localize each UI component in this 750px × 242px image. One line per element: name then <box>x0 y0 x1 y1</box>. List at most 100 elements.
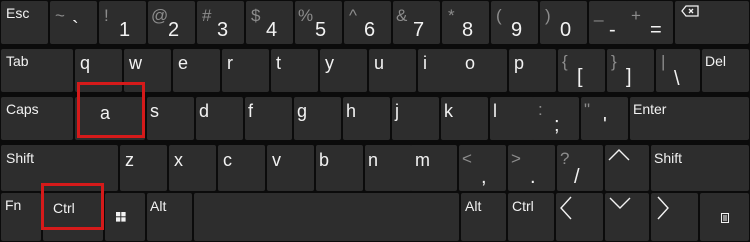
key-label: Fn <box>5 197 22 213</box>
key-e[interactable]: e <box>173 49 220 92</box>
key-a[interactable]: a <box>75 97 145 140</box>
key-close-bracket[interactable]: } ] <box>607 49 654 92</box>
key-q[interactable]: q <box>75 49 122 92</box>
key-enter[interactable]: Enter <box>630 97 749 140</box>
key-7[interactable]: & 7 <box>393 1 440 44</box>
key-2[interactable]: @ 2 <box>148 1 195 44</box>
key-char: \ <box>674 68 680 90</box>
key-label: Enter <box>633 101 667 117</box>
key-9[interactable]: ( 9 <box>491 1 538 44</box>
key-fn[interactable]: Fn <box>1 193 41 241</box>
key-char: - <box>609 19 616 41</box>
key-slash[interactable]: ? / <box>557 145 603 191</box>
arrow-right-icon <box>657 196 669 220</box>
key-char: . <box>530 166 536 188</box>
key-right-ctrl[interactable]: Ctrl <box>508 193 554 241</box>
key-u[interactable]: u <box>369 49 416 92</box>
key-k[interactable]: k <box>441 97 488 140</box>
key-label: Del <box>705 53 727 69</box>
key-char: n <box>368 150 379 170</box>
key-0[interactable]: ) 0 <box>540 1 587 44</box>
key-char: k <box>444 101 453 121</box>
key-comma[interactable]: < , <box>459 145 506 191</box>
key-quote[interactable]: " ' <box>581 97 628 140</box>
key-b[interactable]: b <box>316 145 363 191</box>
key-open-bracket[interactable]: { [ <box>558 49 605 92</box>
key-menu[interactable] <box>700 193 749 241</box>
key-left-ctrl[interactable]: Ctrl <box>43 193 103 241</box>
key-char: w <box>129 53 142 73</box>
key-shift-char: ? <box>560 149 570 168</box>
key-arrow-left[interactable] <box>556 193 603 241</box>
key-label: Ctrl <box>53 200 75 216</box>
key-d[interactable]: d <box>196 97 243 140</box>
key-w[interactable]: w <box>124 49 171 92</box>
key-char: e <box>178 53 189 73</box>
key-char: d <box>199 101 210 121</box>
key-1[interactable]: ! 1 <box>99 1 146 44</box>
key-backtick[interactable]: ~ ` <box>50 1 97 44</box>
key-l[interactable]: l <box>490 97 537 140</box>
key-char: b <box>319 150 330 170</box>
key-period[interactable]: > . <box>508 145 555 191</box>
key-shift-char: ~ <box>55 6 65 25</box>
key-arrow-right[interactable] <box>651 193 698 241</box>
key-c[interactable]: c <box>218 145 265 191</box>
key-x[interactable]: x <box>169 145 216 191</box>
key-m[interactable]: m <box>410 145 457 191</box>
key-8[interactable]: * 8 <box>442 1 489 44</box>
key-3[interactable]: # 3 <box>197 1 244 44</box>
key-g[interactable]: g <box>294 97 341 140</box>
key-caps-lock[interactable]: Caps <box>1 97 73 140</box>
key-left-alt[interactable]: Alt <box>147 193 192 241</box>
key-y[interactable]: y <box>320 49 367 92</box>
key-shift-char: $ <box>251 6 261 25</box>
key-char: y <box>325 53 334 73</box>
key-backslash[interactable]: | \ <box>656 49 700 92</box>
key-shift-char: & <box>396 6 408 25</box>
key-right-alt[interactable]: Alt <box>461 193 506 241</box>
key-5[interactable]: % 5 <box>295 1 342 44</box>
key-f[interactable]: f <box>245 97 292 140</box>
key-char: 2 <box>168 19 180 41</box>
key-s[interactable]: s <box>147 97 194 140</box>
key-windows[interactable] <box>105 193 145 241</box>
key-char: q <box>80 53 91 73</box>
key-right-shift[interactable]: Shift <box>651 145 749 191</box>
key-shift-char: : <box>538 100 543 119</box>
key-shift-char: * <box>448 6 455 25</box>
key-4[interactable]: $ 4 <box>246 1 293 44</box>
key-space[interactable] <box>194 193 459 241</box>
key-char: = <box>650 19 662 41</box>
key-r[interactable]: r <box>222 49 269 92</box>
key-6[interactable]: ^ 6 <box>344 1 391 44</box>
key-o[interactable]: o <box>460 49 507 92</box>
key-char: v <box>272 150 281 170</box>
key-semicolon[interactable]: : ; <box>532 97 579 140</box>
key-v[interactable]: v <box>267 145 314 191</box>
arrow-up-icon <box>608 149 630 161</box>
key-char: p <box>514 53 525 73</box>
key-char: o <box>465 53 476 73</box>
key-i[interactable]: i <box>418 49 465 92</box>
key-char: r <box>227 53 233 73</box>
key-arrow-up[interactable] <box>605 145 649 191</box>
key-t[interactable]: t <box>271 49 318 92</box>
key-char: ; <box>554 114 560 136</box>
key-shift-char: % <box>298 6 314 25</box>
key-delete[interactable]: Del <box>702 49 749 92</box>
key-esc[interactable]: Esc <box>1 1 48 44</box>
key-char: 6 <box>364 19 376 41</box>
key-char: ' <box>603 114 607 136</box>
key-tab[interactable]: Tab <box>1 49 73 92</box>
key-p[interactable]: p <box>509 49 556 92</box>
key-left-shift[interactable]: Shift <box>1 145 118 191</box>
key-backspace[interactable] <box>675 1 749 44</box>
key-h[interactable]: h <box>343 97 390 140</box>
key-n[interactable]: n <box>365 145 412 191</box>
key-j[interactable]: j <box>392 97 439 140</box>
key-equals[interactable]: + = <box>626 1 673 44</box>
key-char: x <box>174 150 183 170</box>
key-arrow-down[interactable] <box>605 193 649 241</box>
key-z[interactable]: z <box>120 145 167 191</box>
